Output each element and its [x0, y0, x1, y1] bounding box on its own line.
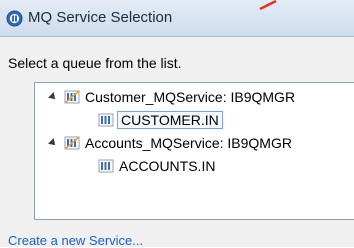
- title-bar: MQ Service Selection: [0, 0, 354, 37]
- mq-service-selection-dialog: MQ Service Selection Select a queue from…: [0, 0, 354, 248]
- tree-node-label: CUSTOMER.IN: [117, 111, 223, 129]
- create-service-link[interactable]: Create a new Service...: [8, 233, 143, 248]
- tree-node-customer-service[interactable]: Customer_MQService: IB9QMGR: [35, 87, 354, 109]
- tree-node-label: Customer_MQService: IB9QMGR: [85, 89, 296, 105]
- instruction-text: Select a queue from the list.: [8, 55, 182, 71]
- queue-tree[interactable]: Customer_MQService: IB9QMGR CUSTOMER.IN: [34, 82, 354, 220]
- tree-node-label: Accounts_MQService: IB9QMGR: [85, 135, 292, 151]
- queue-icon: [98, 159, 114, 173]
- app-icon: [6, 10, 23, 27]
- tree-node-accounts-in[interactable]: ACCOUNTS.IN: [35, 156, 354, 178]
- queue-service-icon: [64, 136, 80, 150]
- tree-node-customer-in[interactable]: CUSTOMER.IN: [35, 110, 354, 132]
- tree-node-label: ACCOUNTS.IN: [119, 158, 216, 174]
- annotation-arrow-icon: [259, 0, 277, 10]
- dialog-body: Select a queue from the list. Customer_M…: [0, 37, 354, 248]
- tree-node-accounts-service[interactable]: Accounts_MQService: IB9QMGR: [35, 133, 354, 155]
- expand-toggle-icon[interactable]: [48, 92, 58, 102]
- queue-icon: [98, 113, 114, 127]
- expand-toggle-icon[interactable]: [48, 138, 58, 148]
- window-title: MQ Service Selection: [28, 9, 173, 26]
- queue-service-icon: [64, 90, 80, 104]
